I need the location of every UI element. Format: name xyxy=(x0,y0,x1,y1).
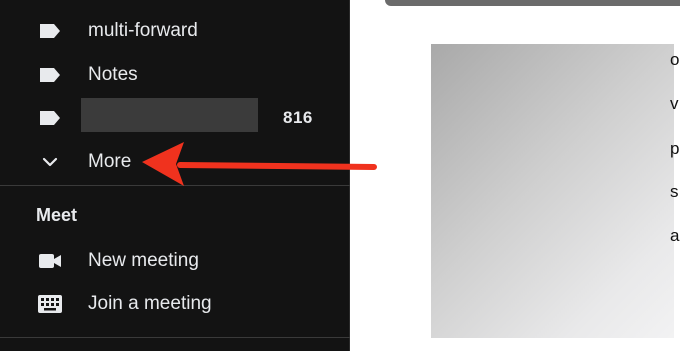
meet-section-title: Meet xyxy=(36,205,78,225)
screenshot-root: multi-forward Notes 816 More Meet New me… xyxy=(0,0,680,351)
new-meeting-button[interactable]: New meeting xyxy=(0,241,350,281)
clipped-text: s xyxy=(670,182,679,201)
annotation-arrow xyxy=(142,142,377,186)
label-icon xyxy=(36,63,64,87)
join-meeting-label: Join a meeting xyxy=(88,293,212,314)
sidebar-item-multi-forward[interactable]: multi-forward xyxy=(0,11,350,51)
clipped-text: p xyxy=(670,139,680,158)
label-icon xyxy=(36,19,64,43)
divider xyxy=(0,337,350,338)
more-label: More xyxy=(88,151,132,172)
label-icon xyxy=(36,106,64,130)
redacted-label xyxy=(81,98,258,132)
top-bar xyxy=(385,0,680,6)
sidebar-item-label: Notes xyxy=(88,64,138,85)
unread-count: 816 xyxy=(283,108,313,127)
chevron-down-icon xyxy=(36,150,64,174)
videocam-icon xyxy=(36,249,64,273)
join-meeting-button[interactable]: Join a meeting xyxy=(0,284,350,324)
new-meeting-label: New meeting xyxy=(88,250,199,271)
clipped-text: a xyxy=(670,226,680,245)
image-preview xyxy=(431,44,674,338)
clipped-text: o xyxy=(670,50,680,69)
sidebar-item-notes[interactable]: Notes xyxy=(0,55,350,95)
sidebar-item-label: multi-forward xyxy=(88,20,198,41)
clipped-text: v xyxy=(670,94,679,113)
keyboard-icon xyxy=(36,292,64,316)
